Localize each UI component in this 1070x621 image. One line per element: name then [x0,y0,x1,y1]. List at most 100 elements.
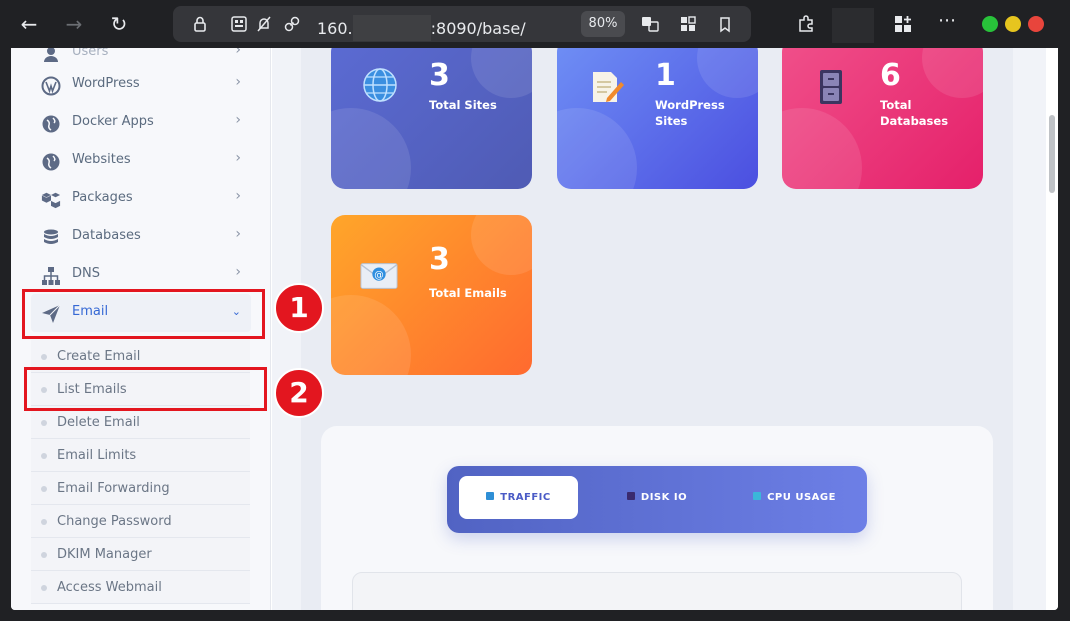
main-content: 3 Total Sites 1 WordPress Sites 6 Total … [272,48,1046,610]
stat-label: WordPress Sites [655,98,725,128]
card-decoration [471,215,532,275]
chevron-right-icon: › [235,48,241,58]
chevron-right-icon: › [235,264,241,280]
sitemap-icon [42,267,60,285]
sidebar-item-wordpress[interactable]: WordPress › [31,66,251,104]
sidebar-item-packages[interactable]: Packages › [31,180,251,218]
sidebar-item-label: WordPress [72,76,140,91]
extensions-puzzle-icon[interactable] [796,14,816,34]
notifications-off-icon[interactable] [255,15,273,33]
site-info-icon[interactable] [230,15,248,33]
sidebar-item-label: Websites [72,152,131,167]
wordpress-icon [41,76,61,96]
chevron-right-icon: › [235,226,241,242]
sidebar-item-label: DNS [72,266,100,281]
stat-value: 3 [429,58,450,93]
annotation-badge-step-1: 1 [274,283,324,333]
profile-avatar[interactable] [832,8,874,43]
globe-icon [42,153,60,171]
chevron-right-icon: › [235,74,241,90]
sidebar-item-label: Databases [72,228,141,243]
forward-arrow-icon[interactable]: → [59,9,89,39]
card-decoration [557,108,637,189]
submenu-change-password[interactable]: Change Password [31,505,250,538]
sidebar-item-label: Docker Apps [72,114,154,129]
submenu-email-limits[interactable]: Email Limits [31,439,250,472]
reload-icon[interactable]: ↻ [104,9,134,39]
submenu-dkim-manager[interactable]: DKIM Manager [31,538,250,571]
sidebar-item-label: Users [72,48,109,59]
stat-value: 1 [655,58,676,93]
stat-card-total-sites[interactable]: 3 Total Sites [331,48,532,189]
close-window-icon[interactable] [1028,16,1044,32]
zoom-level-badge[interactable]: 80% [581,11,625,37]
traffic-chart-icon [486,492,495,500]
sidebar-item-label: Packages [72,190,133,205]
submenu-email-forwarding[interactable]: Email Forwarding [31,472,250,505]
submenu-access-webmail[interactable]: Access Webmail [31,571,250,604]
sidebar-item-docker-apps[interactable]: Docker Apps › [31,104,251,142]
sidebar-item-websites[interactable]: Websites › [31,142,251,180]
sidebar-item-databases[interactable]: Databases › [31,218,251,256]
card-decoration [697,48,758,98]
globe-icon [42,115,60,133]
scrollbar-thumb[interactable] [1049,115,1055,193]
chevron-right-icon: › [235,112,241,128]
usage-graph-panel: TRAFFIC DISK IO CPU USAGE [321,426,993,610]
page-viewport: Users › WordPress › Docker Apps › Websit… [11,48,1058,610]
lock-icon[interactable] [191,15,209,33]
submenu-label: Create Email [57,349,141,364]
tab-traffic[interactable]: TRAFFIC [459,476,578,519]
file-cabinet-icon [820,70,842,104]
submenu-label: Email Limits [57,448,137,463]
stat-label: Total Databases [880,98,949,128]
back-arrow-icon[interactable]: ← [14,9,44,39]
submenu-label: Delete Email [57,415,140,430]
address-bar[interactable]: 160.:8090/base/ 80% [173,6,751,42]
chevron-right-icon: › [235,188,241,204]
packages-icon [41,192,61,209]
favorites-icon[interactable] [716,15,734,33]
bullet-dot [41,552,47,558]
stat-card-total-emails[interactable]: @ 3 Total Emails [331,215,532,375]
tab-label: CPU USAGE [767,492,836,503]
tab-disk-io[interactable]: DISK IO [597,476,717,519]
annotation-badge-step-2: 2 [274,368,324,418]
page-scrollbar[interactable] [1046,48,1058,610]
submenu-label: Access Webmail [57,580,162,595]
more-menu-icon[interactable]: ⋯ [938,10,957,31]
browser-toolbar: ← → ↻ 160.:8090/base/ 80% ⋯ [0,0,1070,48]
link-icon[interactable] [283,15,301,33]
submenu-label: Change Password [57,514,172,529]
database-icon [44,229,58,244]
graph-tab-bar: TRAFFIC DISK IO CPU USAGE [447,466,867,533]
tab-label: TRAFFIC [500,492,551,503]
card-decoration [331,108,411,189]
card-decoration [782,108,862,189]
tab-cpu-usage[interactable]: CPU USAGE [732,476,857,519]
globe-icon [363,68,397,102]
bullet-dot [41,486,47,492]
collections-icon[interactable] [893,14,913,34]
url-text[interactable]: 160.:8090/base/ [317,15,526,41]
stat-card-wordpress-sites[interactable]: 1 WordPress Sites [557,48,758,189]
redacted-ip [352,15,431,41]
maximize-window-icon[interactable] [1005,16,1021,32]
stat-card-total-databases[interactable]: 6 Total Databases [782,48,983,189]
app-grid-icon[interactable] [679,15,697,33]
email-envelope-icon: @ [360,263,398,289]
chevron-right-icon: › [235,150,241,166]
card-decoration [331,295,411,375]
svg-text:@: @ [374,270,384,281]
url-suffix: :8090/base/ [430,19,526,38]
bullet-dot [41,354,47,360]
bullet-dot [41,420,47,426]
annotation-highlight-list-emails [24,367,267,411]
floppy-disk-icon [626,492,635,500]
bullet-dot [41,453,47,459]
document-pencil-icon [593,72,624,102]
translate-icon[interactable] [641,15,659,33]
bullet-dot [41,519,47,525]
stat-label: Total Emails [429,286,507,300]
minimize-window-icon[interactable] [982,16,998,32]
